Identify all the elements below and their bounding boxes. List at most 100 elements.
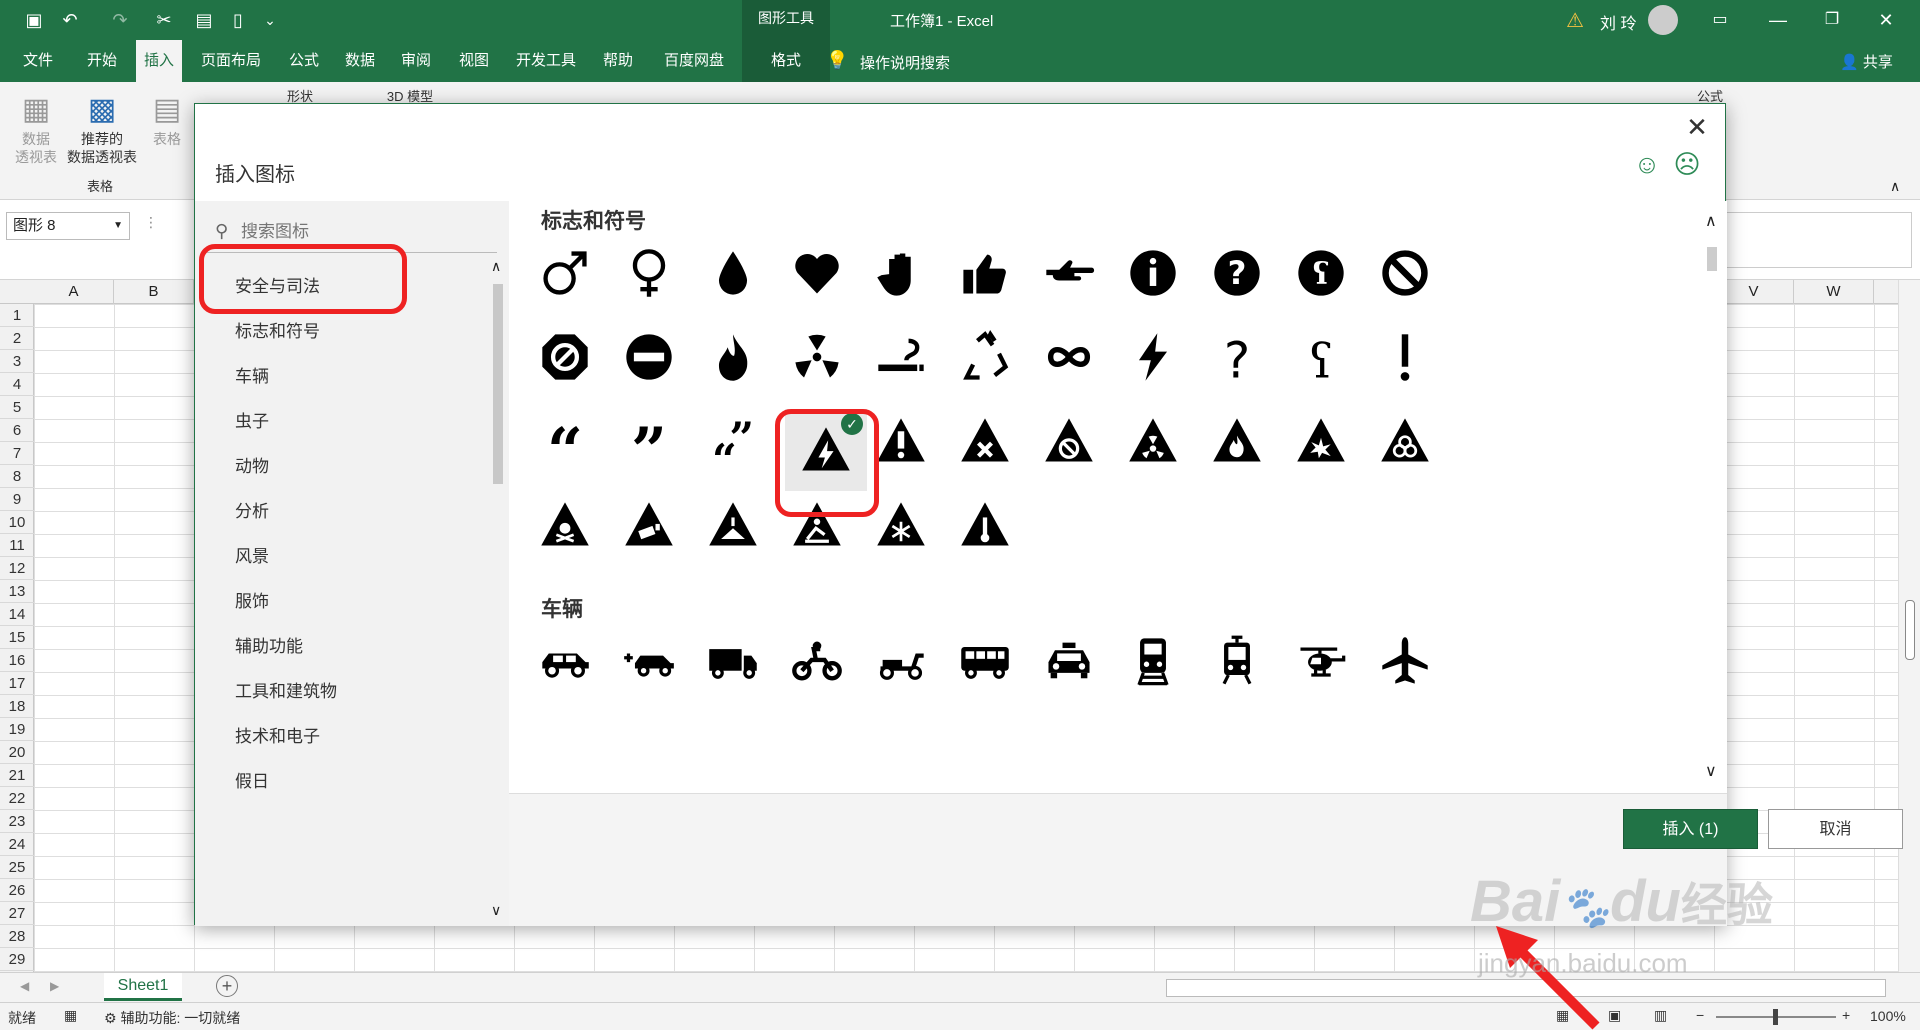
row-header[interactable]: 21: [0, 764, 34, 787]
tab-page-layout[interactable]: 页面布局: [196, 40, 266, 82]
row-header[interactable]: 2: [0, 327, 34, 350]
row-header[interactable]: 10: [0, 511, 34, 534]
motorcycle-icon[interactable]: [785, 629, 849, 693]
male-symbol-icon[interactable]: [533, 241, 597, 305]
row-header[interactable]: 25: [0, 856, 34, 879]
zoom-out-icon[interactable]: −: [1696, 1007, 1704, 1023]
scooter-icon[interactable]: [869, 629, 933, 693]
row-header[interactable]: 29: [0, 948, 34, 971]
row-header[interactable]: 28: [0, 925, 34, 948]
tab-help[interactable]: 帮助: [596, 40, 640, 82]
tab-formulas[interactable]: 公式: [282, 40, 326, 82]
share-button[interactable]: 👤 共享: [1840, 51, 1893, 72]
drop-icon[interactable]: [701, 241, 765, 305]
train-icon[interactable]: [1121, 629, 1185, 693]
category-insects[interactable]: 虫子: [235, 402, 269, 442]
pivot-table-button[interactable]: ▦ 数据 透视表: [10, 90, 62, 166]
category-tools-buildings[interactable]: 工具和建筑物: [235, 672, 337, 712]
question-mark-icon[interactable]: ?: [1205, 325, 1269, 390]
triangle-biohazard-icon[interactable]: [1373, 409, 1437, 473]
triangle-thermometer-icon[interactable]: [953, 493, 1017, 557]
infinity-icon[interactable]: [1037, 325, 1101, 389]
octagon-no-icon[interactable]: [533, 325, 597, 389]
sheet-nav-right-icon[interactable]: ▶: [50, 979, 59, 993]
table-button[interactable]: ▤ 表格: [144, 90, 190, 148]
zoom-in-icon[interactable]: +: [1842, 1007, 1850, 1023]
redo-icon[interactable]: ↷: [108, 8, 132, 32]
triangle-no-smoking-icon[interactable]: [1037, 409, 1101, 473]
column-header-a[interactable]: A: [34, 280, 114, 304]
tab-insert[interactable]: 插入: [136, 40, 182, 82]
smile-feedback-icon[interactable]: ☺: [1633, 150, 1661, 178]
row-header[interactable]: 24: [0, 833, 34, 856]
electric-car-icon[interactable]: [617, 629, 681, 693]
tell-me-search[interactable]: 操作说明搜索: [860, 52, 950, 73]
tab-developer[interactable]: 开发工具: [508, 40, 584, 82]
hand-stop-icon[interactable]: [869, 241, 933, 305]
sheet-nav-left-icon[interactable]: ◀: [20, 979, 29, 993]
formula-input[interactable]: [1726, 212, 1912, 268]
category-technology[interactable]: 技术和电子: [235, 717, 320, 757]
truck-icon[interactable]: [701, 629, 765, 693]
category-vehicles[interactable]: 车辆: [235, 357, 269, 397]
gallery-scroll-down-icon[interactable]: ∨: [1705, 761, 1717, 781]
sheet-tab-sheet1[interactable]: Sheet1: [104, 973, 182, 1001]
row-header[interactable]: 27: [0, 902, 34, 925]
fire-icon[interactable]: [701, 325, 765, 389]
user-name[interactable]: 刘 玲: [1600, 10, 1636, 34]
restore-icon[interactable]: ❐: [1820, 8, 1844, 32]
gallery-scroll-up-icon[interactable]: ∧: [1705, 211, 1717, 231]
customize-qat-icon[interactable]: ⌄: [260, 8, 280, 32]
cut-icon[interactable]: ✂: [152, 8, 176, 32]
zoom-level[interactable]: 100%: [1870, 1008, 1906, 1024]
page-layout-view-icon[interactable]: ▣: [1608, 1007, 1621, 1024]
taxi-icon[interactable]: [1037, 629, 1101, 693]
row-header[interactable]: 8: [0, 465, 34, 488]
question-circle-icon[interactable]: ?: [1205, 241, 1269, 305]
tab-format[interactable]: 格式: [742, 40, 830, 82]
insert-button[interactable]: 插入 (1): [1623, 809, 1758, 849]
zoom-slider-thumb[interactable]: [1773, 1009, 1778, 1025]
row-header[interactable]: 23: [0, 810, 34, 833]
row-header[interactable]: 6: [0, 419, 34, 442]
row-header[interactable]: 9: [0, 488, 34, 511]
tab-home[interactable]: 开始: [80, 40, 124, 82]
pointing-hand-icon[interactable]: [1037, 241, 1101, 305]
smoking-icon[interactable]: [869, 325, 933, 389]
new-document-icon[interactable]: ▯: [226, 8, 250, 32]
lightning-icon[interactable]: [1121, 325, 1185, 389]
row-header[interactable]: 14: [0, 603, 34, 626]
category-signs-symbols[interactable]: 标志和符号: [235, 312, 320, 352]
accessibility-status[interactable]: ⚙ 辅助功能: 一切就绪: [104, 1008, 240, 1028]
scroll-up-icon[interactable]: ∧: [491, 258, 501, 275]
add-sheet-icon[interactable]: +: [216, 975, 238, 997]
row-header[interactable]: 11: [0, 534, 34, 557]
thumbs-up-icon[interactable]: [953, 241, 1017, 305]
row-header[interactable]: 1: [0, 304, 34, 327]
tab-review[interactable]: 审阅: [394, 40, 438, 82]
no-entry-icon[interactable]: [617, 325, 681, 389]
close-window-icon[interactable]: ✕: [1874, 8, 1898, 32]
recommended-pivot-button[interactable]: ▩ 推荐的 数据透视表: [62, 90, 142, 166]
row-header[interactable]: 3: [0, 350, 34, 373]
row-header[interactable]: 19: [0, 718, 34, 741]
helicopter-icon[interactable]: [1289, 629, 1353, 693]
category-analytics[interactable]: 分析: [235, 492, 269, 532]
triangle-slope-icon[interactable]: [701, 493, 765, 557]
print-preview-icon[interactable]: ▤: [192, 8, 216, 32]
triangle-poison-icon[interactable]: [533, 493, 597, 557]
column-header-w[interactable]: W: [1794, 280, 1874, 304]
category-accessibility[interactable]: 辅助功能: [235, 627, 303, 667]
minimize-icon[interactable]: —: [1766, 8, 1790, 32]
close-icon[interactable]: ✕: [1680, 110, 1714, 144]
scroll-down-icon[interactable]: ∨: [491, 902, 501, 919]
car-icon[interactable]: [533, 629, 597, 693]
triangle-camera-icon[interactable]: [617, 493, 681, 557]
heart-icon[interactable]: [785, 241, 849, 305]
row-header[interactable]: 13: [0, 580, 34, 603]
quote-open-icon[interactable]: “: [533, 409, 597, 487]
row-header[interactable]: 12: [0, 557, 34, 580]
warning-icon[interactable]: ⚠: [1566, 8, 1584, 33]
radiation-icon[interactable]: [785, 325, 849, 389]
tab-file[interactable]: 文件: [16, 40, 60, 82]
